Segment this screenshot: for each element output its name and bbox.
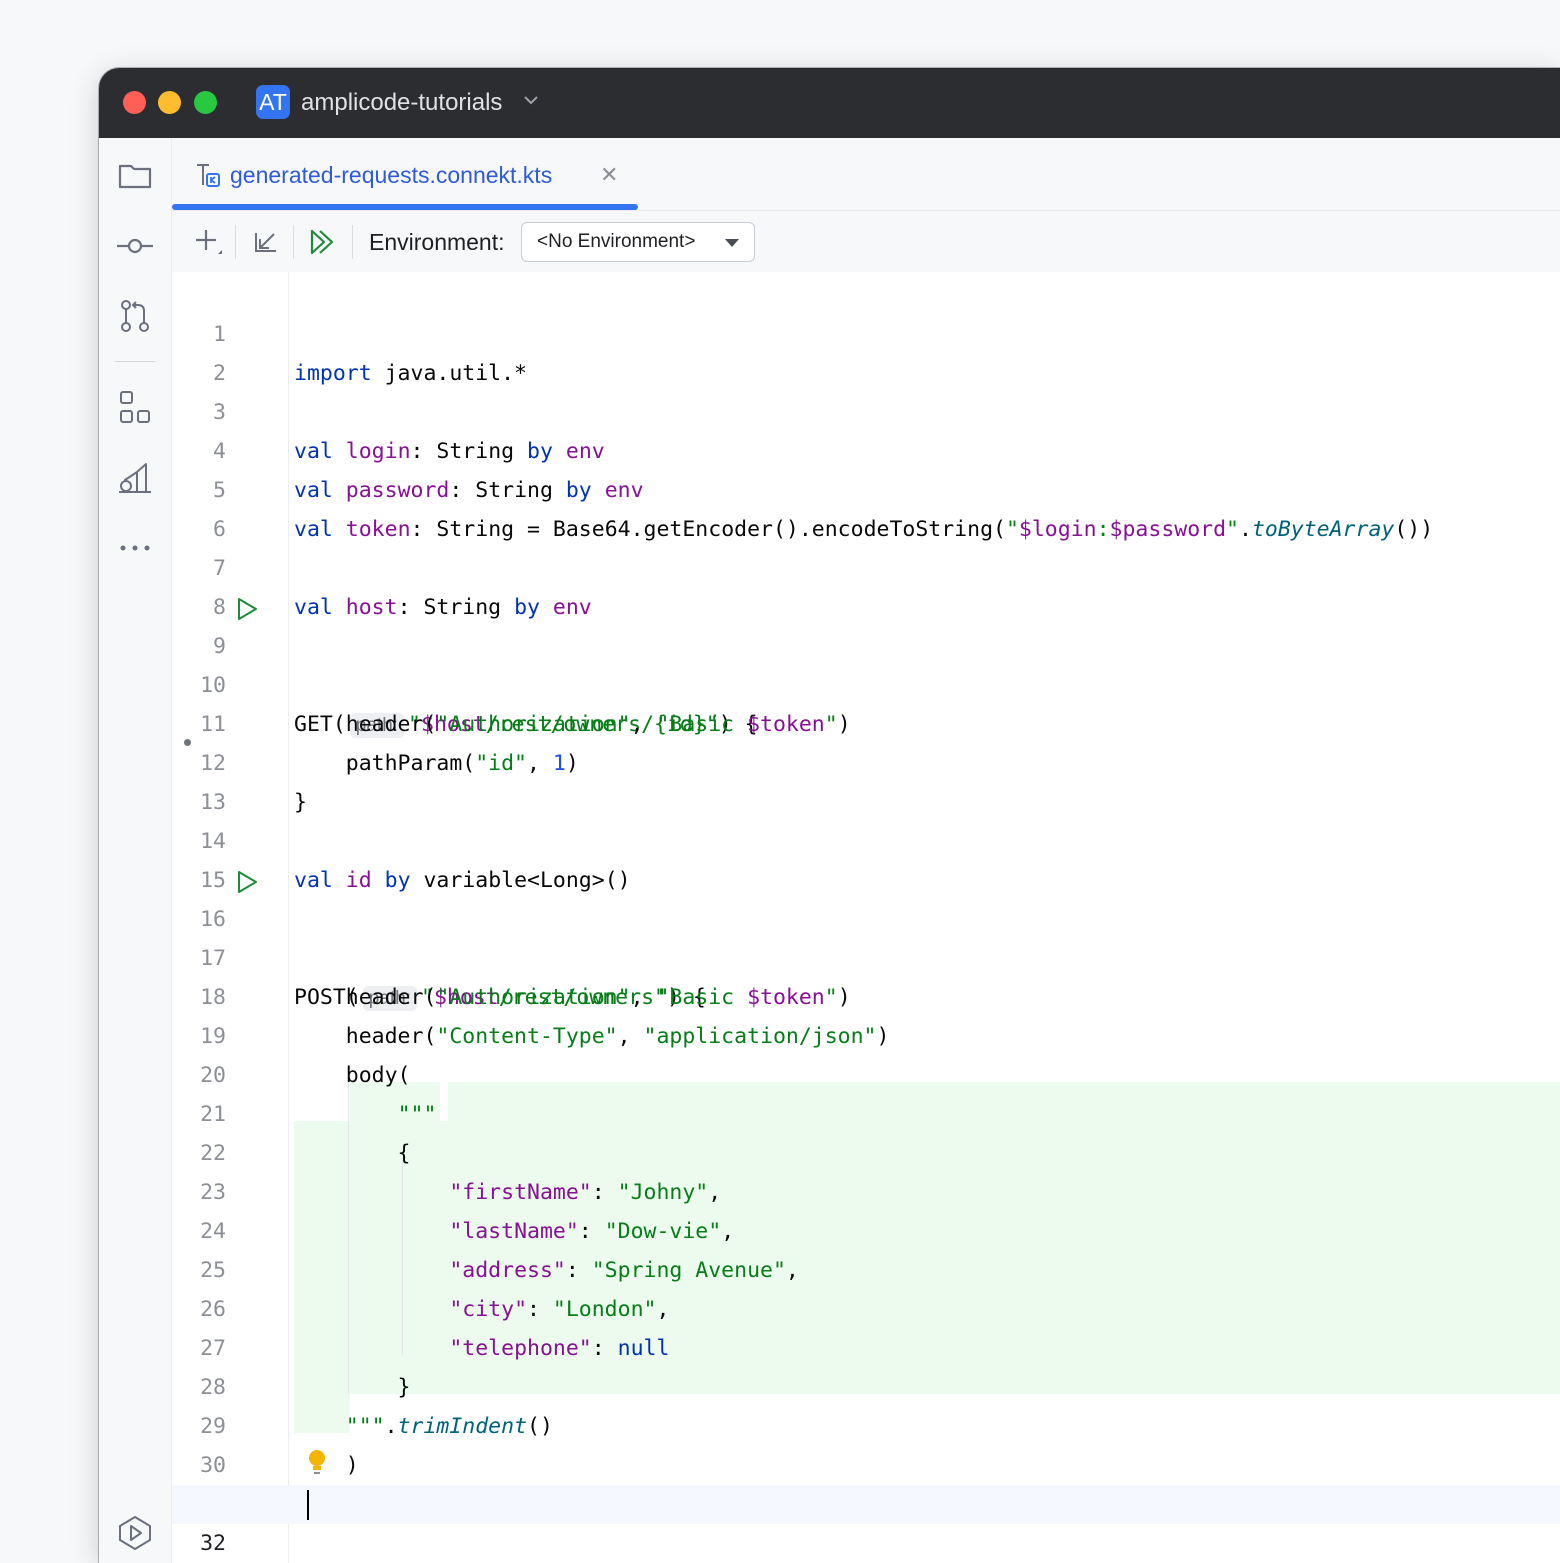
code-line: 8 [213,595,226,620]
code-line: 29 ) [200,1414,359,1478]
maximize-window-button[interactable] [194,91,217,114]
folder-icon[interactable] [115,156,155,196]
code-line: 4 val password: String by env [213,439,644,503]
tool-window-sidebar [99,138,172,1563]
run-all-icon[interactable] [305,224,341,260]
text-caret [307,1490,309,1520]
minimize-window-button[interactable] [158,91,181,114]
editor-tab-bar: generated-requests.connekt.kts ✕ [172,138,1560,211]
code-line: 16 POST(path: "$host/rest/owners") { [172,861,1560,1011]
active-tab-indicator [172,204,638,210]
code-line: 2 [213,361,226,386]
tab-generated-requests[interactable]: generated-requests.connekt.kts ✕ [172,138,638,210]
run-request-icon[interactable] [235,597,259,621]
code-line: 13 [200,790,226,815]
code-line: 18 header("Content-Type", "application/j… [200,985,890,1049]
code-line: 7 val host: String by env [213,556,592,620]
code-line: 23 "lastName": "Dow-vie", [200,1180,735,1244]
code-line: 21 { [200,1102,411,1166]
code-line: 15 [200,868,226,893]
structure-icon[interactable] [115,388,155,428]
toolbar-separator [293,225,294,259]
add-request-icon[interactable] [190,224,226,260]
code-line: 10 header("Authorization", "Basic $token… [200,673,851,737]
run-request-icon[interactable] [235,870,259,894]
run-icon[interactable] [115,1513,155,1553]
code-line: 9 GET(path: "$host/rest/owners/{id}") { [172,588,1560,738]
commit-icon[interactable] [115,226,155,266]
code-line: 26 "telephone": null [200,1297,670,1361]
code-line: 12 } [200,751,307,815]
code-line: 19 body( [200,1024,411,1088]
code-line: 22 "firstName": "Johny", [200,1141,722,1205]
http-toolbar: Environment: <No Environment> [172,211,1560,272]
code-line: 1 import java.util.* [213,322,528,386]
code-line: 30 } then { [172,1407,1560,1517]
chevron-down-icon[interactable] [523,94,539,106]
sidebar-separator [115,361,155,362]
code-line: 28 """.trimIndent() [200,1375,553,1439]
dropdown-caret-icon [725,239,739,247]
environment-label: Environment: [369,229,505,255]
services-icon[interactable] [115,458,155,498]
code-line: 31 id.set(jsonPath().readLong(path:"id")… [172,1446,1560,1517]
code-line: 5 val token: String = Base64.getEncoder(… [213,478,1434,542]
code-line: 27 } [200,1336,411,1400]
pull-requests-icon[interactable] [115,296,155,336]
code-line: 24 "address": "Spring Avenue", [200,1219,799,1283]
ide-window: AT amplicode-tutorials generated-request… [99,68,1560,1563]
code-line: 14 val id by variable<Long>() [200,829,631,893]
environment-select-value: <No Environment> [537,231,696,252]
more-icon[interactable] [115,528,155,568]
title-bar: AT amplicode-tutorials [99,68,1560,138]
code-line: 11 pathParam("id", 1) [200,712,579,776]
environment-select[interactable]: <No Environment> [521,222,755,262]
code-editor[interactable]: 1 import java.util.* 2 3 val login: Stri… [172,272,1560,1563]
project-name[interactable]: amplicode-tutorials [301,86,502,120]
connekt-file-icon [197,164,220,187]
import-icon[interactable] [247,224,283,260]
toolbar-separator [235,225,236,259]
lightbulb-icon[interactable] [307,1448,327,1478]
code-line: 20 """ [200,1063,437,1127]
code-line: 3 val login: String by env [213,400,605,464]
close-window-button[interactable] [123,91,146,114]
close-tab-icon[interactable]: ✕ [600,164,618,186]
tab-label: generated-requests.connekt.kts [230,162,553,188]
code-line-current: 32 } [172,1485,1560,1556]
code-line: 25 "city": "London", [200,1258,670,1322]
project-badge[interactable]: AT [256,85,290,119]
code-line: 17 header("Authorization", "Basic $token… [200,946,851,1010]
code-line: 6 [213,517,226,542]
toolbar-separator [352,225,353,259]
